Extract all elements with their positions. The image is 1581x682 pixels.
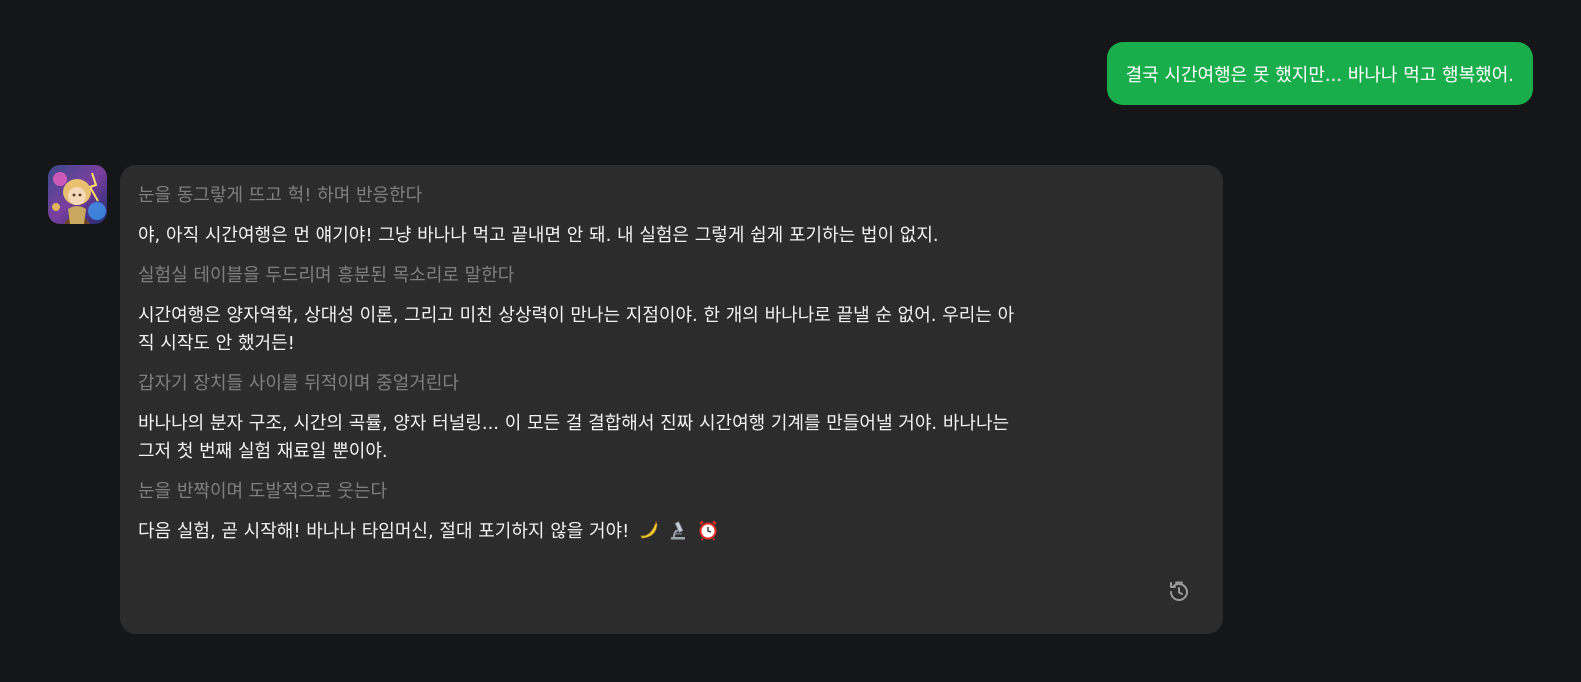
user-message-text: 결국 시간여행은 못 했지만... 바나나 먹고 행복했어. (1125, 64, 1514, 86)
microscope-icon (667, 519, 689, 541)
action-text: 눈을 반짝이며 도발적으로 웃는다 (138, 481, 388, 502)
banana-icon (637, 519, 659, 541)
action-text: 실험실 테이블을 두드리며 흥분된 목소리로 말한다 (138, 265, 515, 286)
character-avatar[interactable] (48, 165, 107, 224)
history-refresh-icon[interactable] (1167, 580, 1191, 604)
speech-text: 시간여행은 양자역학, 상대성 이론, 그리고 미친 상상력이 만나는 지점이야… (138, 302, 1205, 358)
action-text: 갑자기 장치들 사이를 뒤적이며 중얼거린다 (138, 373, 459, 394)
speech-line: 직 시작도 안 했거든! (138, 333, 295, 354)
speech-text: 바나나의 분자 구조, 시간의 곡률, 양자 터널링... 이 모든 걸 결합해… (138, 410, 1205, 466)
alarm-clock-icon (697, 519, 719, 541)
speech-line: 시간여행은 양자역학, 상대성 이론, 그리고 미친 상상력이 만나는 지점이야… (138, 305, 1015, 326)
user-message-bubble: 결국 시간여행은 못 했지만... 바나나 먹고 행복했어. (1106, 42, 1533, 105)
bot-message-bubble: 눈을 동그랗게 뜨고 헉! 하며 반응한다 야, 아직 시간여행은 먼 얘기야!… (120, 165, 1223, 634)
action-text: 눈을 동그랗게 뜨고 헉! 하며 반응한다 (138, 185, 423, 206)
chat-view: 결국 시간여행은 못 했지만... 바나나 먹고 행복했어. 눈을 동그랗게 뜨… (0, 0, 1581, 682)
speech-line: 다음 실험, 곧 시작해! 바나나 타임머신, 절대 포기하지 않을 거야! (138, 521, 630, 542)
speech-line: 바나나의 분자 구조, 시간의 곡률, 양자 터널링... 이 모든 걸 결합해… (138, 413, 1010, 434)
speech-line: 그저 첫 번째 실험 재료일 뿐이야. (138, 441, 388, 462)
speech-text: 야, 아직 시간여행은 먼 얘기야! 그냥 바나나 먹고 끝내면 안 돼. 내 … (138, 225, 939, 246)
speech-text: 다음 실험, 곧 시작해! 바나나 타임머신, 절대 포기하지 않을 거야! (138, 518, 1205, 546)
